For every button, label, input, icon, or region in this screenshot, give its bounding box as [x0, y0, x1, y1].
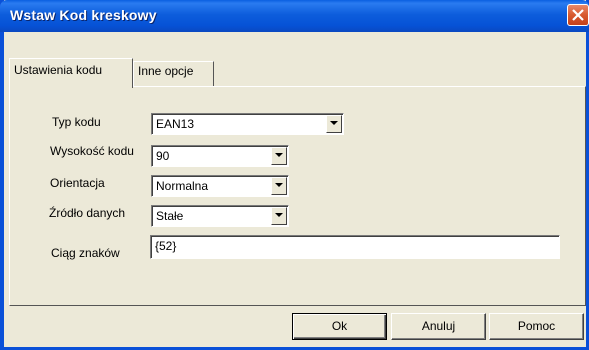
cancel-button[interactable]: Anuluj: [391, 313, 486, 340]
close-icon: [572, 9, 584, 21]
tab-inne-opcje[interactable]: Inne opcje: [133, 61, 214, 86]
tab-panel: [9, 86, 586, 306]
close-button[interactable]: [567, 4, 589, 26]
tab-label: Ustawienia kodu: [14, 63, 103, 77]
tab-label: Inne opcje: [138, 64, 194, 78]
ok-button[interactable]: Ok: [292, 313, 387, 340]
help-button[interactable]: Pomoc: [489, 313, 584, 340]
dialog-title: Wstaw Kod kreskowy: [10, 7, 157, 23]
tab-ustawienia-kodu[interactable]: Ustawienia kodu: [9, 58, 133, 88]
title-bar: Wstaw Kod kreskowy: [0, 0, 589, 32]
